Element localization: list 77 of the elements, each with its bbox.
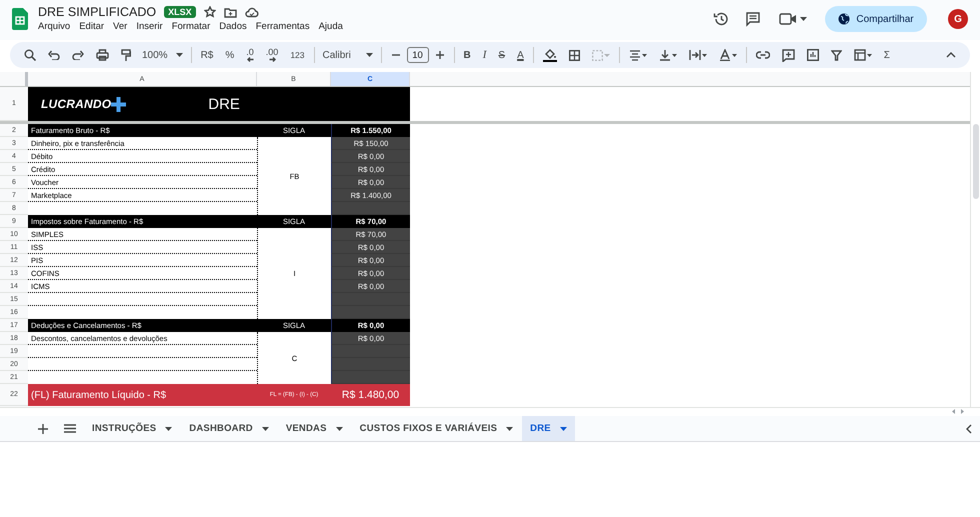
scrollbar-thumb[interactable] [973,124,979,199]
number-format-button[interactable]: 123 [285,44,310,66]
percent-format-button[interactable]: % [220,44,240,66]
paint-roller-icon[interactable] [121,48,131,62]
vertical-align-icon[interactable] [658,49,677,61]
italic-button[interactable]: I [478,44,492,66]
sheet-tab[interactable]: CUSTOS FIXOS E VARIÁVEIS [352,416,522,441]
caret-icon [176,53,183,57]
account-avatar[interactable]: G [948,9,968,29]
menu-item[interactable]: Ajuda [318,21,343,32]
filter-icon[interactable] [830,50,842,60]
decrease-decimals-button[interactable]: .0 [241,44,259,66]
caret-icon [800,17,807,21]
result-label: (FL) Faturamento Líquido - R$ [28,384,257,406]
caret-icon [560,426,567,430]
merge-cells-icon[interactable] [592,50,610,60]
currency-format-button[interactable]: R$ [196,44,218,66]
arrow-icon [246,57,254,62]
menu-item[interactable]: Editar [79,21,104,32]
result-total: R$ 1.480,00 [331,384,410,406]
caret-icon [336,426,343,430]
document-title[interactable]: DRE SIMPLIFICADO [38,5,156,19]
folder-icon[interactable] [224,6,237,18]
sheet-tab[interactable]: DASHBOARD [181,416,277,441]
caret-icon [366,53,372,57]
text-color-button[interactable]: A [512,44,529,66]
menu-item[interactable]: Arquivo [38,21,70,32]
video-camera-icon [779,12,797,26]
chevron-left-icon[interactable] [966,424,972,434]
link-icon[interactable] [756,51,770,59]
bold-button[interactable]: B [458,44,476,66]
caret-icon [262,426,269,430]
menu-item[interactable]: Inserir [136,21,163,32]
redo-icon[interactable] [72,50,84,60]
add-comment-icon[interactable] [782,48,795,62]
strikethrough-button[interactable]: S [493,44,510,66]
history-icon[interactable] [713,11,729,27]
file-type-badge: XLSX [164,6,196,18]
borders-icon[interactable] [568,50,580,60]
table-view-icon[interactable] [854,49,872,61]
text-rotation-icon[interactable] [718,49,737,61]
font-dropdown[interactable]: Calibri [318,44,378,66]
functions-button[interactable]: Σ [878,44,895,66]
comment-icon[interactable] [745,11,761,27]
video-call-button[interactable] [779,12,807,26]
fill-color-icon[interactable] [542,48,557,62]
plus-icon[interactable] [434,50,444,60]
text-wrap-icon[interactable] [688,49,707,61]
brand-name: LUCRANDO [41,97,112,111]
collapse-chevron-icon[interactable] [946,52,956,58]
sheet-title: DRE [208,96,240,112]
sheet-tab[interactable]: INSTRUÇÕES [84,416,180,441]
plus-icon [111,96,126,112]
star-icon[interactable] [204,6,216,18]
sheet-tab[interactable]: VENDAS [278,416,351,441]
search-icon[interactable] [24,49,36,61]
caret-icon [506,426,514,430]
spreadsheet-logo-icon[interactable] [12,8,28,30]
globe-icon [838,13,850,25]
font-size-field[interactable]: 10 [406,47,428,63]
caret-icon [165,426,172,430]
menu-item[interactable]: Ver [113,21,128,32]
align-icon[interactable] [628,49,647,61]
menu-item[interactable]: Dados [219,21,247,32]
undo-icon[interactable] [48,50,60,60]
menu-item[interactable]: Formatar [172,21,210,32]
chart-icon[interactable] [806,49,819,61]
zoom-dropdown[interactable]: 100% [137,44,188,66]
menu-item[interactable]: Ferramentas [256,21,310,32]
share-button[interactable]: Compartilhar [825,6,927,32]
add-sheet-icon[interactable] [38,424,48,434]
increase-decimals-button[interactable]: .00 [260,44,284,66]
sheet-tab[interactable]: DRE [522,416,575,441]
cloud-icon[interactable] [244,6,259,18]
menu-icon[interactable] [64,424,76,433]
print-icon[interactable] [96,49,109,61]
arrow-icon [268,57,276,62]
